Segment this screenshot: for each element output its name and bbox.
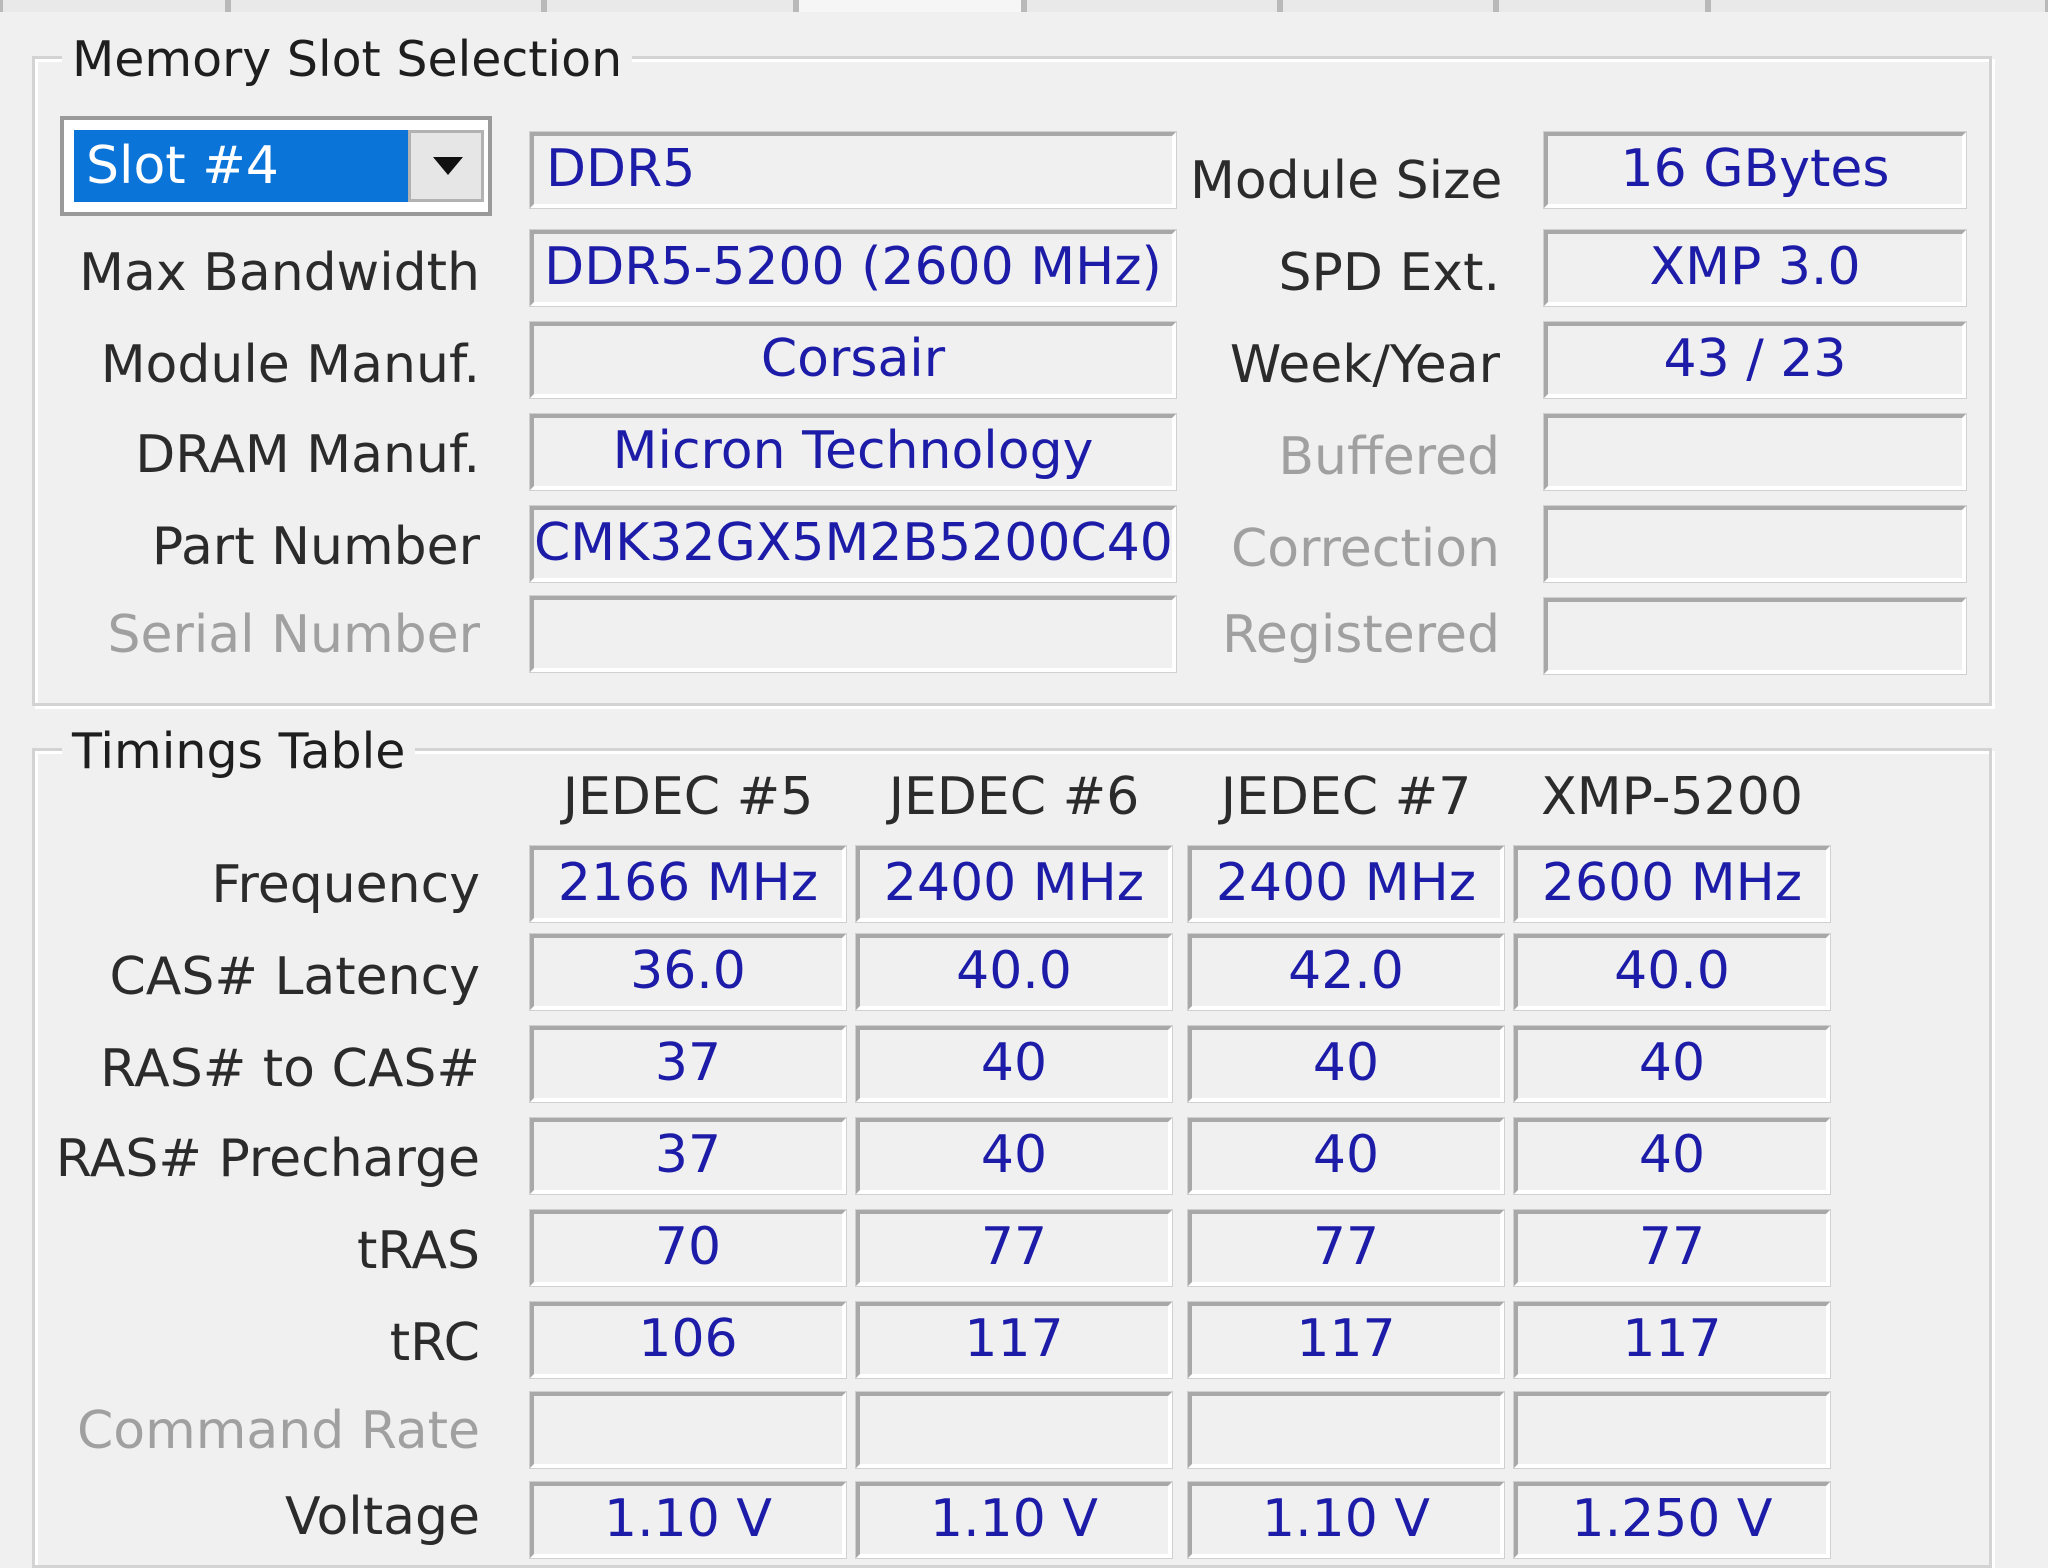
timing-cell: 117 (1187, 1301, 1505, 1379)
timing-cell: 70 (529, 1209, 847, 1287)
week-year-field: 43 / 23 (1543, 321, 1967, 399)
tab-5[interactable] (1024, 0, 1280, 12)
registered-label: Registered (1222, 605, 1500, 665)
max-bandwidth-label: Max Bandwidth (79, 243, 480, 303)
timing-row-label: Command Rate (76, 1401, 480, 1461)
timing-cell: 77 (1513, 1209, 1831, 1287)
timing-cell: 77 (855, 1209, 1173, 1287)
buffered-field (1543, 413, 1967, 491)
tab-7[interactable] (1496, 0, 1708, 12)
timing-row-label: tRAS (357, 1221, 480, 1281)
memory-slot-group-title: Memory Slot Selection (62, 30, 633, 90)
timing-cell: 37 (529, 1025, 847, 1103)
timing-cell: 117 (855, 1301, 1173, 1379)
timing-cell: 1.10 V (529, 1481, 847, 1559)
tab-spd[interactable] (796, 0, 1024, 12)
timing-row-label: Frequency (211, 855, 480, 915)
spd-ext-label: SPD Ext. (1278, 243, 1500, 303)
timing-row-label: tRC (389, 1313, 480, 1373)
timing-cell: 40.0 (855, 933, 1173, 1011)
timing-cell: 1.250 V (1513, 1481, 1831, 1559)
module-size-field: 16 GBytes (1543, 131, 1967, 209)
timing-cell: 2600 MHz (1513, 845, 1831, 923)
serial-number-label: Serial Number (107, 605, 480, 665)
registered-field (1543, 597, 1967, 675)
tab-1[interactable] (0, 0, 228, 12)
slot-select-dropdown-button[interactable] (408, 130, 484, 202)
module-manuf-field: Corsair (529, 321, 1177, 399)
tab-8[interactable] (1708, 0, 2048, 12)
timing-cell: 117 (1513, 1301, 1831, 1379)
part-number-label: Part Number (151, 517, 480, 577)
timing-cell: 2400 MHz (855, 845, 1173, 923)
timing-cell: 37 (529, 1117, 847, 1195)
timings-table-group-title: Timings Table (62, 722, 416, 782)
timing-cell (855, 1391, 1173, 1469)
tab-3[interactable] (544, 0, 796, 12)
slot-select[interactable]: Slot #4 (60, 116, 492, 216)
module-manuf-label: Module Manuf. (100, 335, 480, 395)
memory-type-field: DDR5 (529, 131, 1177, 209)
dram-manuf-field: Micron Technology (529, 413, 1177, 491)
timings-column-header: JEDEC #6 (888, 767, 1140, 827)
timing-cell: 106 (529, 1301, 847, 1379)
part-number-field: CMK32GX5M2B5200C40 (529, 505, 1177, 583)
dram-manuf-label: DRAM Manuf. (135, 425, 480, 485)
timings-column-header: JEDEC #7 (1220, 767, 1472, 827)
buffered-label: Buffered (1278, 427, 1500, 487)
timing-cell (529, 1391, 847, 1469)
timing-cell: 42.0 (1187, 933, 1505, 1011)
timing-cell: 36.0 (529, 933, 847, 1011)
timing-cell (1513, 1391, 1831, 1469)
tab-strip (0, 0, 2048, 14)
serial-number-field (529, 595, 1177, 673)
timing-cell: 40 (1513, 1117, 1831, 1195)
spd-ext-field: XMP 3.0 (1543, 229, 1967, 307)
slot-select-value: Slot #4 (72, 128, 460, 204)
chevron-down-icon (433, 157, 463, 175)
timing-cell: 40 (855, 1117, 1173, 1195)
timing-cell: 2400 MHz (1187, 845, 1505, 923)
correction-label: Correction (1230, 519, 1500, 579)
timing-cell: 1.10 V (855, 1481, 1173, 1559)
tab-2[interactable] (228, 0, 544, 12)
timing-cell: 40 (1187, 1117, 1505, 1195)
timing-cell: 2166 MHz (529, 845, 847, 923)
timing-row-label: CAS# Latency (109, 947, 480, 1007)
timing-cell: 40 (1187, 1025, 1505, 1103)
timing-cell (1187, 1391, 1505, 1469)
timing-cell: 40 (1513, 1025, 1831, 1103)
timing-cell: 1.10 V (1187, 1481, 1505, 1559)
module-size-label: Module Size (1190, 151, 1503, 211)
timings-column-header: JEDEC #5 (562, 767, 814, 827)
tab-6[interactable] (1280, 0, 1496, 12)
timing-cell: 77 (1187, 1209, 1505, 1287)
week-year-label: Week/Year (1229, 335, 1500, 395)
timing-cell: 40 (855, 1025, 1173, 1103)
max-bandwidth-field: DDR5-5200 (2600 MHz) (529, 229, 1177, 307)
timing-cell: 40.0 (1513, 933, 1831, 1011)
timing-row-label: RAS# Precharge (55, 1129, 480, 1189)
timing-row-label: RAS# to CAS# (100, 1039, 480, 1099)
timing-row-label: Voltage (284, 1487, 480, 1547)
correction-field (1543, 505, 1967, 583)
timings-column-header: XMP-5200 (1541, 767, 1803, 827)
